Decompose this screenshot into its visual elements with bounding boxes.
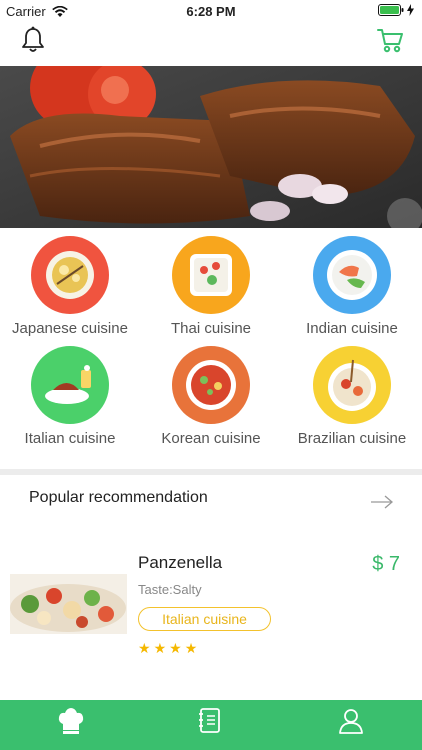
menu-book-icon — [199, 708, 220, 733]
cuisine-japanese[interactable]: Japanese cuisine — [0, 236, 140, 344]
dish-taste: Taste:Salty — [138, 582, 202, 597]
star-icon: ★ — [153, 640, 167, 656]
clock: 6:28 PM — [186, 4, 236, 19]
brazilian-cuisine-icon — [313, 346, 391, 424]
indian-cuisine-icon — [313, 236, 391, 314]
cuisine-thai[interactable]: Thai cuisine — [141, 236, 281, 344]
italian-cuisine-icon — [31, 346, 109, 424]
thai-cuisine-icon — [172, 236, 250, 314]
tab-menu[interactable] — [141, 700, 281, 750]
profile-icon — [339, 709, 363, 734]
panzanella-photo — [10, 574, 127, 634]
japanese-cuisine-icon — [31, 236, 109, 314]
charging-bolt-icon — [407, 4, 414, 16]
cuisine-brazilian[interactable]: Brazilian cuisine — [282, 346, 422, 454]
cuisine-label: Korean cuisine — [161, 430, 261, 447]
rating-stars: ★ ★ ★ ★ — [138, 640, 197, 657]
arrow-right-icon[interactable] — [370, 494, 394, 510]
dish-price: $ 7 — [372, 553, 400, 575]
top-bar — [0, 22, 422, 66]
star-icon: ★ — [138, 640, 151, 656]
cuisine-italian[interactable]: Italian cuisine — [0, 346, 140, 454]
cuisine-label: Brazilian cuisine — [297, 430, 407, 447]
battery-icon — [378, 4, 404, 16]
star-icon: ★ — [184, 640, 198, 656]
tab-profile[interactable] — [282, 700, 422, 750]
section-title: Popular recommendation — [29, 489, 208, 506]
dish-name: Panzenella — [138, 553, 223, 572]
cuisine-label: Italian cuisine — [24, 430, 116, 447]
chef-hat-icon — [58, 708, 84, 734]
cuisine-grid: Japanese cuisine Thai cuisine Indian cui… — [0, 236, 422, 458]
korean-cuisine-icon — [172, 346, 250, 424]
banner-image[interactable] — [0, 66, 422, 228]
cuisine-label: Indian cuisine — [306, 320, 398, 337]
tab-bar — [0, 700, 422, 750]
status-bar: Carrier 6:28 PM — [0, 0, 422, 22]
section-divider — [0, 469, 422, 475]
cuisine-label: Japanese cuisine — [12, 320, 128, 337]
cuisine-korean[interactable]: Korean cuisine — [141, 346, 281, 454]
bell-icon[interactable] — [20, 26, 46, 54]
cuisine-indian[interactable]: Indian cuisine — [282, 236, 422, 344]
tab-home[interactable] — [0, 700, 140, 750]
cuisine-tag[interactable]: Italian cuisine — [138, 607, 271, 631]
dish-image[interactable] — [10, 574, 127, 634]
battery-indicator — [378, 4, 414, 16]
star-icon: ★ — [169, 640, 182, 656]
grilled-steak-photo — [0, 66, 422, 228]
cuisine-label: Thai cuisine — [170, 320, 252, 337]
cart-icon[interactable] — [376, 26, 404, 54]
